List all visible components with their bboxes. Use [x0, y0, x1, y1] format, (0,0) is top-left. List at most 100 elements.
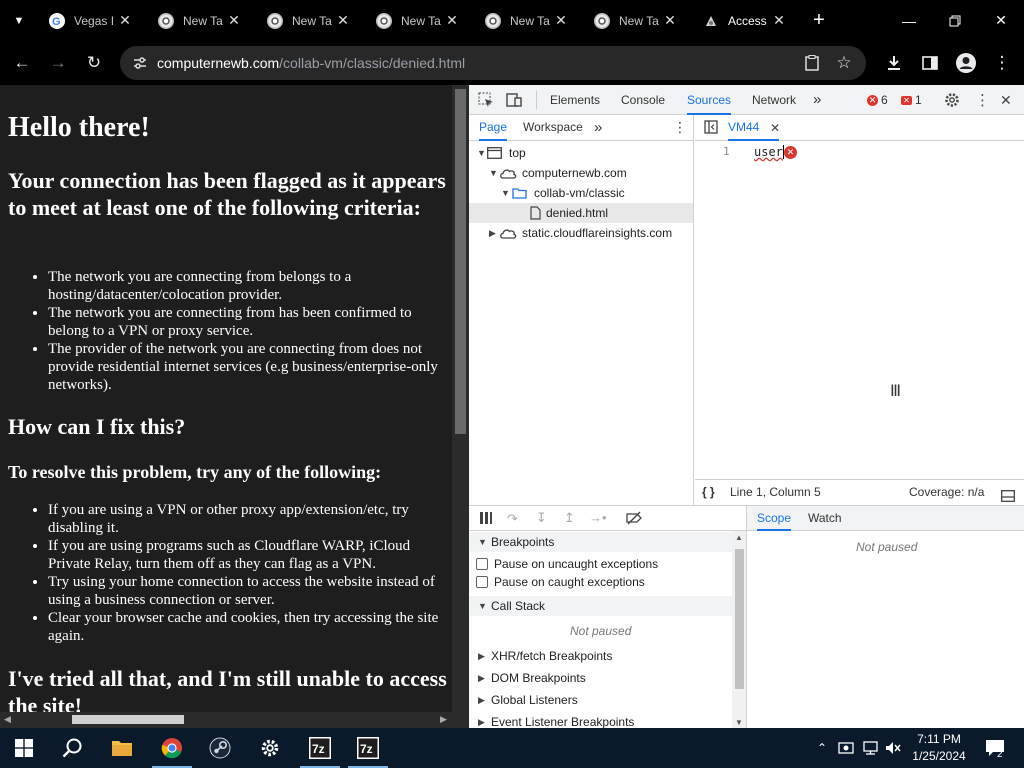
steam-icon[interactable] [196, 728, 244, 768]
tab-access[interactable]: Access ✕ [691, 0, 800, 41]
tab-console[interactable]: Console [621, 85, 665, 115]
error-count-badge[interactable]: ✕ 6 [867, 93, 888, 107]
minimize-icon[interactable]: — [886, 0, 932, 41]
tab-close-icon[interactable]: ✕ [226, 12, 242, 28]
call-stack-section-header[interactable]: ▼ Call Stack [469, 596, 732, 616]
checkbox[interactable] [476, 558, 488, 570]
downloads-icon[interactable] [880, 49, 908, 77]
tab-watch[interactable]: Watch [808, 506, 842, 531]
windows-start-icon[interactable] [0, 728, 48, 768]
tab-close-icon[interactable]: ✕ [553, 12, 569, 28]
tab-workspace[interactable]: Workspace [523, 115, 583, 141]
tab-search-chevron-icon[interactable]: ▼ [0, 0, 38, 41]
pause-caught-checkbox-row[interactable]: Pause on caught exceptions [476, 573, 645, 591]
settings-taskbar-icon[interactable] [246, 728, 294, 768]
more-tabs-icon[interactable]: » [813, 85, 821, 115]
scrollbar-thumb[interactable] [72, 715, 184, 724]
inspect-element-icon[interactable] [478, 92, 494, 111]
security-tray-icon[interactable] [836, 728, 856, 768]
tab-new-tab[interactable]: New Ta ✕ [582, 0, 691, 41]
dom-breakpoints-section[interactable]: ▶ DOM Breakpoints [469, 668, 732, 688]
tab-sources[interactable]: Sources [687, 85, 732, 115]
debugger-scrollbar[interactable]: ▲ ▼ [732, 531, 746, 729]
checkbox-label: Pause on caught exceptions [494, 575, 645, 589]
tab-new-tab[interactable]: New Ta ✕ [473, 0, 582, 41]
tab-elements[interactable]: Elements [550, 85, 600, 115]
toggle-navigator-icon[interactable] [704, 120, 718, 137]
address-bar[interactable]: computernewb.com/collab-vm/classic/denie… [120, 46, 866, 80]
tree-item-top[interactable]: ▼ top [469, 143, 693, 163]
restore-icon[interactable] [932, 0, 978, 41]
tree-item-folder[interactable]: ▼ collab-vm/classic [469, 183, 693, 203]
step-out-icon[interactable]: ↥ [564, 510, 575, 526]
step-over-icon[interactable]: ↷ [507, 511, 518, 527]
device-toolbar-icon[interactable] [506, 92, 522, 111]
checkbox[interactable] [476, 576, 488, 588]
clipboard-icon[interactable] [800, 51, 824, 75]
notification-center-icon[interactable]: 2 [980, 728, 1010, 768]
profile-avatar-icon[interactable] [952, 49, 980, 77]
taskbar-clock[interactable]: 7:11 PM 1/25/2024 [902, 731, 976, 765]
pause-icon[interactable] [479, 511, 493, 528]
volume-muted-icon[interactable] [883, 728, 903, 768]
page-horizontal-scrollbar[interactable]: ◀ ▶ [0, 712, 469, 728]
tab-new-tab[interactable]: New Ta ✕ [255, 0, 364, 41]
tab-close-icon[interactable]: ✕ [771, 12, 787, 28]
global-listeners-section[interactable]: ▶ Global Listeners [469, 690, 732, 710]
breakpoints-section-header[interactable]: ▼ Breakpoints [469, 532, 732, 552]
scroll-left-icon[interactable]: ◀ [4, 714, 11, 725]
new-tab-button[interactable]: + [796, 0, 842, 41]
search-icon[interactable] [48, 728, 96, 768]
tab-scope[interactable]: Scope [757, 506, 792, 531]
step-icon[interactable]: →• [589, 510, 607, 525]
tab-close-icon[interactable]: ✕ [444, 12, 460, 28]
side-panel-icon[interactable] [916, 49, 944, 77]
show-hidden-icons-chevron-icon[interactable]: ⌃ [812, 728, 832, 768]
code-line[interactable]: user [754, 145, 784, 159]
xhr-breakpoints-section[interactable]: ▶ XHR/fetch Breakpoints [469, 646, 732, 666]
tree-item-file[interactable]: denied.html [469, 203, 693, 223]
tab-close-icon[interactable]: ✕ [662, 12, 678, 28]
forward-icon[interactable]: → [44, 49, 72, 77]
close-window-icon[interactable]: ✕ [978, 0, 1024, 41]
devtools-menu-kebab-icon[interactable]: ⋮ [975, 91, 990, 109]
tree-item-cloudflare[interactable]: ▶ static.cloudflareinsights.com [469, 223, 693, 243]
scrollbar-thumb[interactable] [735, 549, 744, 689]
tab-network[interactable]: Network [752, 85, 796, 115]
7zip-icon[interactable]: 7z [344, 728, 392, 768]
event-listener-breakpoints-section[interactable]: ▶ Event Listener Breakpoints [469, 712, 732, 729]
scroll-down-icon[interactable]: ▼ [735, 718, 743, 727]
close-editor-tab-icon[interactable]: ✕ [770, 121, 780, 135]
pretty-print-icon[interactable]: { } [702, 480, 715, 505]
navigator-menu-kebab-icon[interactable]: ⋮ [673, 119, 687, 136]
tab-new-tab[interactable]: New Ta ✕ [146, 0, 255, 41]
page-vertical-scrollbar[interactable] [452, 85, 469, 712]
file-explorer-icon[interactable] [98, 728, 146, 768]
more-navigator-tabs-icon[interactable]: » [594, 115, 602, 141]
tree-item-domain[interactable]: ▼ computernewb.com [469, 163, 693, 183]
scroll-right-icon[interactable]: ▶ [440, 714, 447, 725]
bookmark-star-icon[interactable]: ☆ [832, 51, 856, 75]
pause-uncaught-checkbox-row[interactable]: Pause on uncaught exceptions [476, 555, 658, 573]
tab-new-tab[interactable]: New Ta ✕ [364, 0, 473, 41]
tab-close-icon[interactable]: ✕ [117, 12, 133, 28]
tab-page[interactable]: Page [479, 115, 508, 141]
back-icon[interactable]: ← [8, 49, 36, 77]
scrollbar-thumb[interactable] [455, 89, 466, 434]
chrome-taskbar-icon[interactable] [148, 728, 196, 768]
menu-kebab-icon[interactable]: ⋮ [988, 49, 1016, 77]
close-devtools-icon[interactable]: ✕ [1000, 92, 1012, 109]
scroll-up-icon[interactable]: ▲ [735, 533, 743, 542]
7zip-icon[interactable]: 7z [296, 728, 344, 768]
settings-gear-icon[interactable] [944, 92, 960, 111]
tab-vegas[interactable]: G Vegas I ✕ [37, 0, 146, 41]
reload-icon[interactable]: ↻ [80, 49, 108, 77]
step-into-icon[interactable]: ↧ [536, 510, 547, 526]
syntax-error-icon[interactable]: ✕ [784, 146, 797, 159]
tab-close-icon[interactable]: ✕ [335, 12, 351, 28]
site-info-icon[interactable] [132, 55, 148, 71]
chrome-icon [267, 12, 283, 29]
deactivate-breakpoints-icon[interactable] [626, 511, 643, 528]
issue-count-badge[interactable]: ✕ 1 [901, 93, 922, 107]
network-tray-icon[interactable] [860, 728, 880, 768]
